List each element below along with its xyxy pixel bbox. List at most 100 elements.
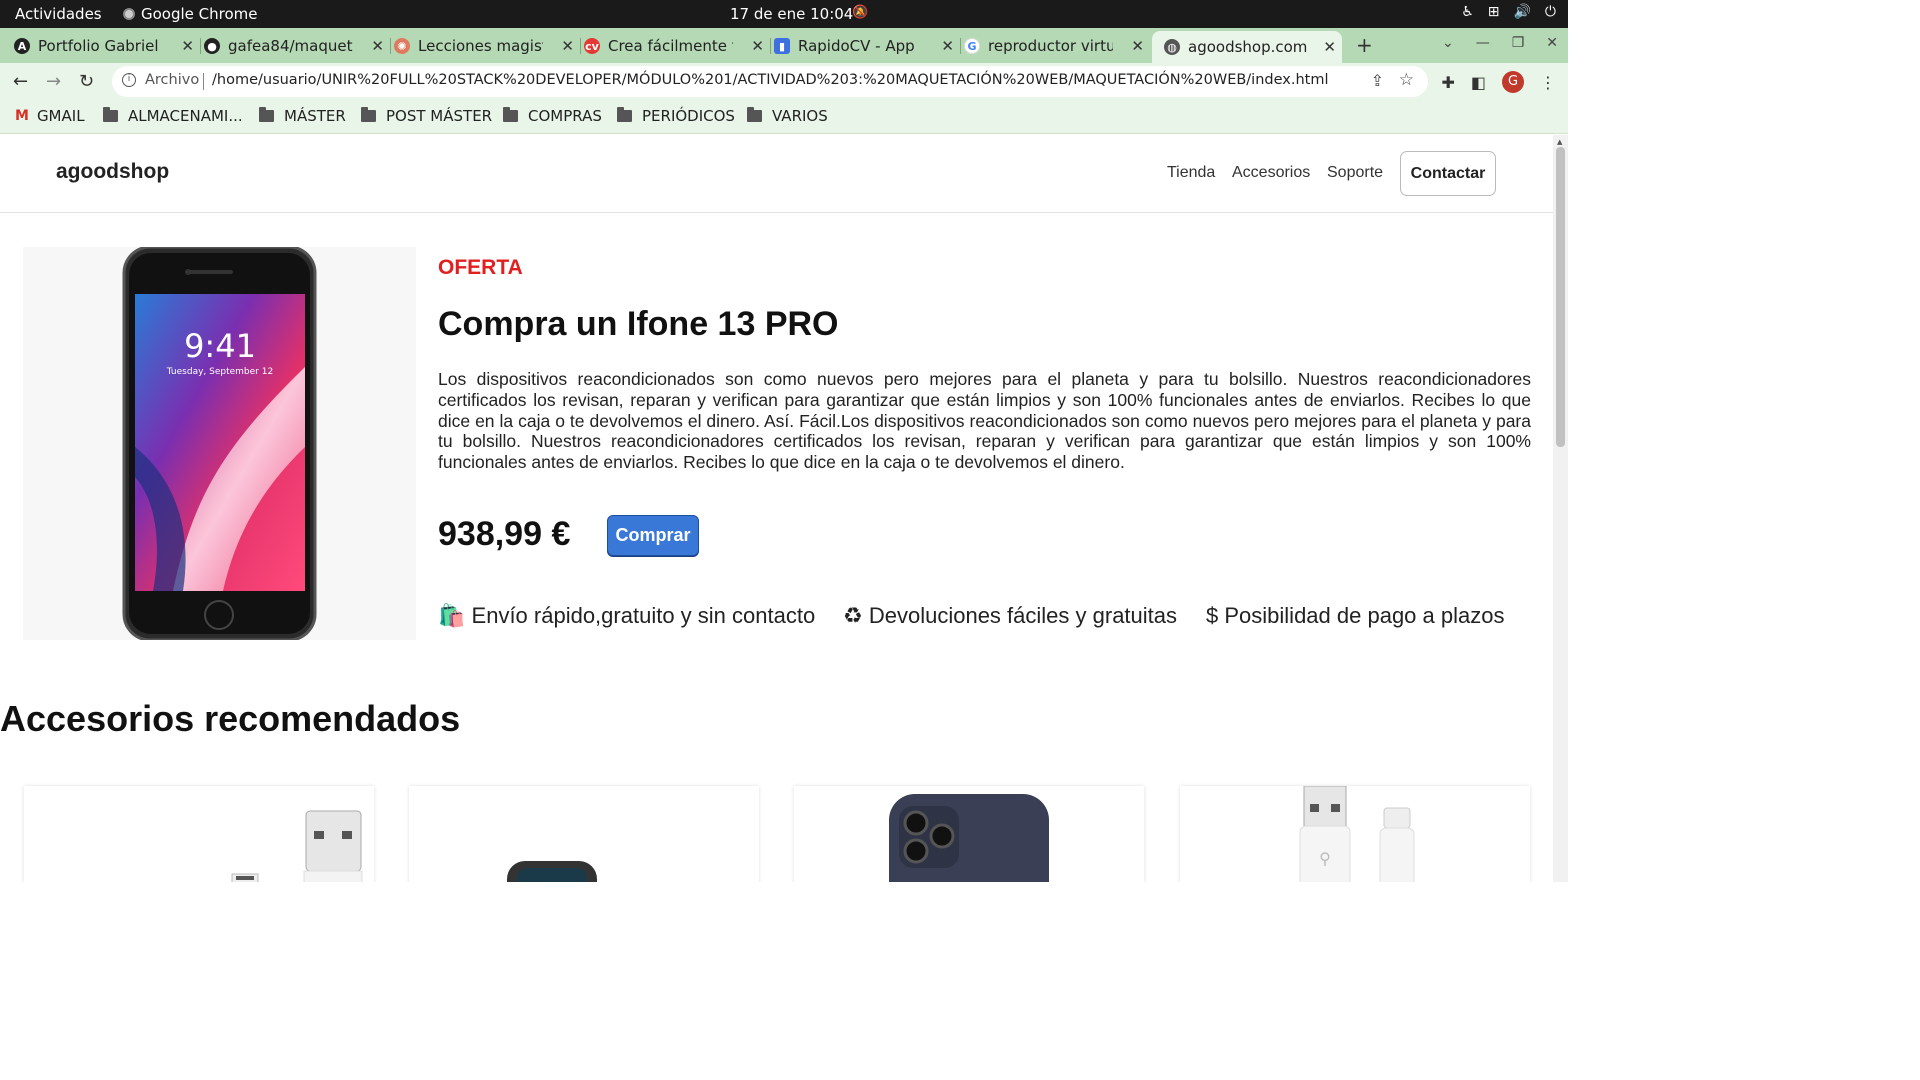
contact-button[interactable]: Contactar (1400, 151, 1496, 196)
product-price: 938,99 € (438, 515, 571, 553)
network-icon[interactable]: ⊞ (1488, 4, 1500, 20)
usb-cable-image (231, 810, 363, 882)
bookmark-master[interactable]: MÁSTER (259, 107, 346, 125)
app-name: Google Chrome (141, 5, 258, 23)
volume-icon[interactable]: 🔊 (1513, 4, 1530, 20)
accessory-card[interactable]: ⚲ (1180, 786, 1530, 882)
dollar-icon: $ (1206, 603, 1219, 628)
bookmark-almacenamiento[interactable]: ALMACENAMI... (103, 107, 243, 125)
browser-toolbar: ← → ↻ i Archivo /home/usuario/UNIR%20FUL… (0, 63, 1568, 100)
close-icon[interactable]: ✕ (1131, 37, 1144, 55)
close-icon[interactable]: ✕ (941, 37, 954, 55)
nav-accesorios[interactable]: Accesorios (1232, 164, 1310, 182)
shopping-bags-icon: 🛍️ (438, 603, 466, 628)
close-icon[interactable]: ✕ (1323, 38, 1336, 56)
tab-cv[interactable]: cv Crea fácilmente tu ✕ (584, 32, 771, 60)
bookmark-gmail[interactable]: M GMAIL (15, 107, 85, 125)
minimize-icon[interactable]: — (1476, 35, 1490, 51)
product-title: Compra un Ifone 13 PRO (438, 305, 839, 343)
divider (203, 73, 204, 90)
tab-portfolio[interactable]: A Portfolio Gabriel F ✕ (14, 32, 201, 60)
scroll-up-icon[interactable]: ▲ (1557, 138, 1562, 146)
bookmark-post-master[interactable]: POST MÁSTER (361, 107, 492, 125)
scrollbar-thumb[interactable] (1556, 147, 1565, 447)
system-tray[interactable]: ♿ ⊞ 🔊 ⏻ (1461, 4, 1556, 20)
app-menu[interactable]: Google Chrome (123, 5, 258, 23)
bookmark-periodicos[interactable]: PERIÓDICOS (617, 107, 735, 125)
reload-icon[interactable]: ↻ (79, 71, 94, 92)
feature-shipping: 🛍️ Envío rápido,gratuito y sin contacto (438, 603, 815, 629)
site-brand[interactable]: agoodshop (56, 160, 169, 184)
restore-icon[interactable]: ❐ (1512, 35, 1525, 51)
address-bar[interactable]: i Archivo /home/usuario/UNIR%20FULL%20ST… (112, 66, 1428, 97)
bookmark-label: GMAIL (36, 107, 85, 125)
accessibility-icon[interactable]: ♿ (1461, 4, 1474, 20)
feature-installments: $ Posibilidad de pago a plazos (1206, 603, 1504, 629)
feature-returns: ♻ Devoluciones fáciles y gratuitas (843, 603, 1177, 629)
bookmark-label: MÁSTER (284, 107, 346, 125)
accessories-title: Accesorios recomendados (0, 698, 461, 739)
url-text[interactable]: /home/usuario/UNIR%20FULL%20STACK%20DEVE… (212, 72, 1329, 88)
google-icon: G (964, 38, 980, 54)
rapidocv-icon: ▮ (774, 38, 790, 54)
globe-icon: ◍ (1164, 39, 1180, 55)
toolbar-actions: ✚ ◧ G ⋮ (1441, 71, 1556, 93)
menu-icon[interactable]: ⋮ (1540, 73, 1556, 92)
bookmark-varios[interactable]: VARIOS (747, 107, 828, 125)
folder-icon (503, 107, 518, 122)
buy-button[interactable]: Comprar (607, 515, 699, 556)
tab-title: gafea84/maquetac (228, 37, 353, 55)
profile-avatar[interactable]: G (1502, 71, 1524, 93)
accessory-card[interactable] (409, 786, 759, 882)
page-scrollbar[interactable]: ▲ (1553, 135, 1568, 882)
bookmark-label: COMPRAS (528, 107, 602, 125)
nav-tienda[interactable]: Tienda (1167, 164, 1215, 182)
extensions-icon[interactable]: ✚ (1441, 73, 1454, 92)
power-icon[interactable]: ⏻ (1545, 4, 1556, 20)
close-icon[interactable]: ✕ (181, 37, 194, 55)
folder-icon (617, 107, 632, 122)
tab-reproductor[interactable]: G reproductor virtu ✕ (964, 32, 1150, 60)
web-page: agoodshop Tienda Accesorios Soporte Cont… (0, 135, 1553, 882)
phone-time: 9:41 (184, 327, 256, 365)
folder-icon (103, 107, 118, 122)
bookmarks-bar: M GMAIL ALMACENAMI... MÁSTER POST MÁSTER… (0, 100, 1568, 134)
tab-github[interactable]: ● gafea84/maquetac ✕ (204, 32, 391, 60)
bookmark-label: PERIÓDICOS (642, 107, 735, 125)
bookmark-label: ALMACENAMI... (128, 107, 243, 125)
tab-strip: A Portfolio Gabriel F ✕ ● gafea84/maquet… (0, 28, 1568, 63)
bookmark-compras[interactable]: COMPRAS (503, 107, 602, 125)
accessory-card[interactable] (24, 786, 374, 882)
recycle-icon: ♻ (843, 603, 863, 628)
close-icon[interactable]: ✕ (371, 37, 384, 55)
tab-agoodshop[interactable]: ◍ agoodshop.com ✕ (1152, 31, 1342, 63)
tab-title: RapidoCV - App (798, 37, 915, 55)
tab-rapidocv[interactable]: ▮ RapidoCV - App ✕ (774, 32, 961, 60)
close-icon[interactable]: ✕ (561, 37, 574, 55)
svg-text:⚲: ⚲ (1319, 849, 1331, 868)
close-icon[interactable]: ✕ (751, 37, 764, 55)
scheme-label: Archivo (145, 72, 200, 88)
info-icon[interactable]: i (122, 73, 136, 87)
tab-title: Lecciones magistr (418, 37, 543, 55)
clock[interactable]: 17 de ene 10:04 (730, 5, 853, 23)
forward-icon[interactable]: → (46, 71, 61, 92)
bookmark-star-icon[interactable]: ☆ (1399, 70, 1414, 90)
github-icon: ● (204, 38, 220, 54)
lightning-cable-image: ⚲ (1299, 786, 1415, 882)
tab-lecciones[interactable]: ✺ Lecciones magistr ✕ (394, 32, 581, 60)
share-icon[interactable]: ⇪ (1371, 71, 1384, 90)
close-window-icon[interactable]: ✕ (1546, 35, 1558, 51)
back-icon[interactable]: ← (13, 71, 28, 92)
tab-search-icon[interactable]: ⌄ (1442, 35, 1454, 51)
activities-button[interactable]: Actividades (15, 5, 102, 23)
cv-icon: cv (584, 38, 600, 54)
notifications-muted-icon: 🔕 (852, 5, 869, 20)
tab-title: Crea fácilmente tu (608, 37, 733, 55)
nav-soporte[interactable]: Soporte (1327, 164, 1383, 182)
tab-title: agoodshop.com (1188, 38, 1308, 56)
side-panel-icon[interactable]: ◧ (1471, 73, 1486, 92)
accessory-card[interactable] (794, 786, 1144, 882)
phone-image (507, 861, 597, 882)
new-tab-button[interactable]: + (1356, 33, 1373, 57)
